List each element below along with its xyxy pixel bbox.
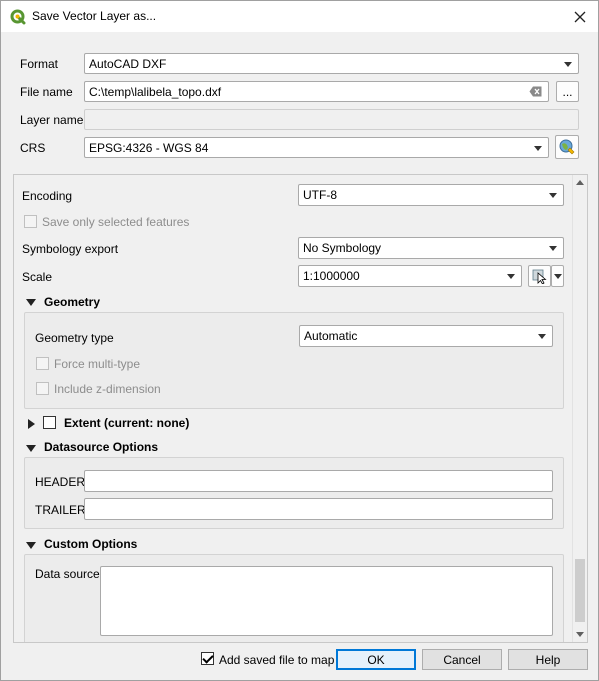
filename-label: File name (20, 85, 73, 99)
crs-value: EPSG:4326 - WGS 84 (89, 140, 209, 155)
geometry-groupbox: Geometry type Automatic Force multi-type… (24, 312, 564, 409)
geometry-type-label: Geometry type (35, 331, 114, 345)
encoding-select[interactable]: UTF-8 (298, 184, 564, 206)
trailer-label: TRAILER (35, 503, 86, 517)
filename-input[interactable]: C:\temp\lalibela_topo.dxf (84, 81, 549, 102)
include-z-checkbox[interactable] (36, 382, 49, 395)
scrollbar-thumb[interactable] (575, 559, 585, 622)
format-select[interactable]: AutoCAD DXF (84, 53, 579, 74)
qgis-logo-icon (10, 9, 26, 25)
add-to-map-label: Add saved file to map (219, 653, 335, 667)
custom-groupbox: Data source (24, 554, 564, 642)
window-title: Save Vector Layer as... (32, 9, 157, 23)
layername-label: Layer name (20, 113, 84, 127)
scroll-down-icon[interactable] (576, 632, 584, 637)
data-source-textarea[interactable] (100, 566, 553, 636)
help-button[interactable]: Help (508, 649, 588, 670)
save-vector-layer-dialog: Save Vector Layer as... Format AutoCAD D… (0, 0, 599, 681)
datasource-groupbox: HEADER TRAILER (24, 457, 564, 529)
header-input[interactable] (84, 470, 553, 492)
close-button[interactable] (566, 3, 594, 31)
chevron-down-icon (564, 61, 572, 67)
extent-section-title: Extent (current: none) (64, 416, 190, 430)
chevron-down-icon (507, 274, 515, 279)
browse-label: ... (562, 84, 573, 99)
expand-arrow-icon[interactable] (28, 419, 35, 429)
scale-label: Scale (22, 270, 53, 284)
cancel-button[interactable]: Cancel (422, 649, 502, 670)
browse-button[interactable]: ... (556, 81, 579, 102)
custom-section-title: Custom Options (44, 537, 138, 551)
scale-select[interactable]: 1:1000000 (298, 265, 522, 287)
save-selected-label: Save only selected features (42, 215, 190, 229)
chevron-down-icon (538, 334, 546, 339)
crs-select[interactable]: EPSG:4326 - WGS 84 (84, 137, 549, 158)
globe-crs-icon (559, 139, 575, 155)
chevron-down-icon (553, 273, 562, 279)
cancel-label: Cancel (443, 652, 481, 667)
ok-label: OK (367, 652, 385, 667)
chevron-down-icon (549, 246, 557, 251)
scale-value: 1:1000000 (303, 269, 360, 283)
symbology-label: Symbology export (22, 242, 119, 256)
add-to-map-checkbox[interactable] (201, 652, 214, 665)
layername-input[interactable] (84, 109, 579, 130)
force-multi-checkbox[interactable] (36, 357, 49, 370)
geometry-section-title: Geometry (44, 295, 101, 309)
format-label: Format (20, 57, 59, 71)
chevron-down-icon (534, 145, 542, 151)
format-value: AutoCAD DXF (89, 56, 167, 71)
force-multi-label: Force multi-type (54, 357, 141, 371)
filename-value: C:\temp\lalibela_topo.dxf (89, 84, 222, 99)
close-icon (574, 11, 586, 23)
encoding-value: UTF-8 (303, 188, 337, 202)
ok-button[interactable]: OK (336, 649, 416, 670)
extent-checkbox[interactable] (43, 416, 56, 429)
crs-label: CRS (20, 141, 46, 155)
save-selected-checkbox[interactable] (24, 215, 37, 228)
vertical-scrollbar[interactable] (572, 175, 587, 642)
collapse-arrow-icon[interactable] (26, 299, 36, 306)
options-scroll-area[interactable]: Encoding UTF-8 Save only selected featur… (13, 174, 588, 643)
title-bar: Save Vector Layer as... (1, 1, 598, 32)
crs-selector-button[interactable] (555, 135, 579, 159)
collapse-arrow-icon[interactable] (26, 445, 36, 452)
data-source-label: Data source (35, 567, 100, 581)
scale-menu-button[interactable] (551, 265, 564, 287)
trailer-input[interactable] (84, 498, 553, 520)
scroll-up-icon[interactable] (576, 180, 584, 185)
help-label: Help (535, 652, 561, 667)
datasource-section-title: Datasource Options (44, 440, 159, 454)
scale-from-map-button[interactable] (528, 265, 551, 287)
encoding-label: Encoding (22, 189, 73, 203)
symbology-select[interactable]: No Symbology (298, 237, 564, 259)
geometry-type-value: Automatic (304, 329, 358, 343)
symbology-value: No Symbology (303, 241, 382, 255)
header-label: HEADER (35, 475, 86, 489)
chevron-down-icon (549, 193, 557, 198)
geometry-type-select[interactable]: Automatic (299, 325, 553, 347)
clear-text-icon[interactable] (529, 86, 542, 97)
collapse-arrow-icon[interactable] (26, 542, 36, 549)
map-pointer-icon (532, 269, 547, 284)
include-z-label: Include z-dimension (54, 382, 161, 396)
